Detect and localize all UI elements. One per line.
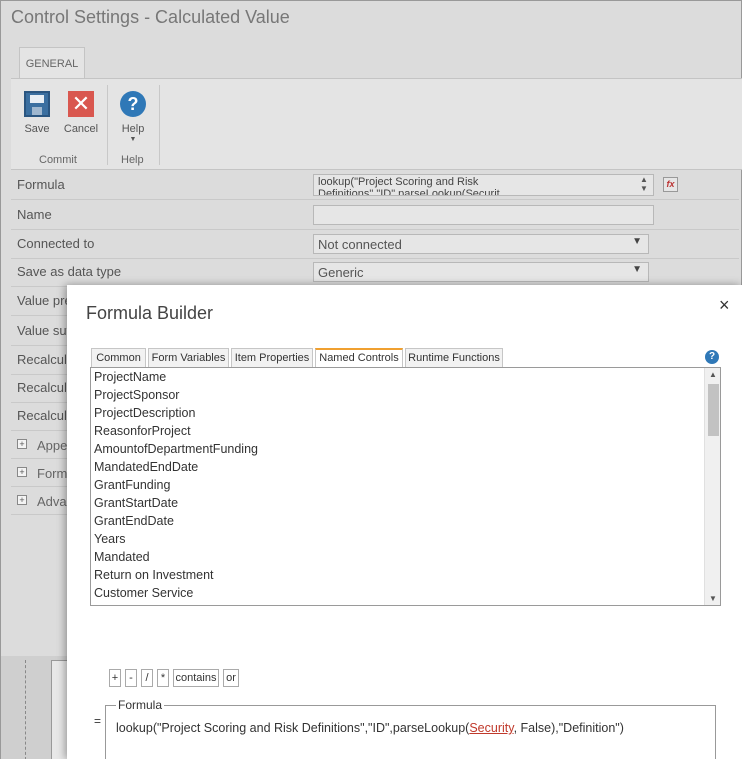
help-icon: ? [120, 91, 146, 117]
operator-multiply-button[interactable]: * [157, 669, 169, 687]
list-item[interactable]: Mandated [91, 548, 720, 566]
operator-minus-button[interactable]: - [125, 669, 137, 687]
name-label: Name [17, 207, 52, 222]
tab-form-variables[interactable]: Form Variables [148, 348, 229, 368]
list-item[interactable]: Years [91, 530, 720, 548]
cancel-button[interactable]: ✕ Cancel [63, 91, 99, 135]
section-formatting[interactable]: + Form [11, 459, 71, 487]
section-advanced-label: Adva [37, 494, 67, 509]
save-label: Save [24, 123, 50, 135]
tab-common[interactable]: Common [91, 348, 146, 368]
list-scrollbar[interactable]: ▲ ▼ [704, 368, 720, 605]
tab-named-controls[interactable]: Named Controls [315, 348, 403, 369]
spinner-icon[interactable]: ▲ ▼ [637, 175, 651, 195]
formula-reference-token[interactable]: Security [469, 721, 513, 735]
save-icon [24, 91, 50, 117]
list-item[interactable]: MandatedEndDate [91, 458, 720, 476]
formula-text-start: lookup("Project Scoring and Risk Definit… [116, 721, 470, 735]
connected-select[interactable]: Not connected ▼ [313, 234, 649, 254]
tab-runtime-functions[interactable]: Runtime Functions [405, 348, 503, 368]
list-item[interactable]: Customer Service [91, 584, 720, 602]
formula-text[interactable]: lookup("Project Scoring and Risk Definit… [116, 721, 624, 735]
equals-sign: = [94, 714, 102, 728]
formula-builder-dialog: Formula Builder × Common Form Variables … [67, 285, 742, 759]
datatype-label: Save as data type [17, 264, 122, 279]
section-advanced[interactable]: + Adva [11, 487, 71, 515]
group-label-help: Help [121, 154, 144, 166]
formula-row: Formula lookup("Project Scoring and Risk… [11, 171, 739, 200]
recalculate-label: Recalcula [17, 352, 75, 367]
help-icon[interactable]: ? [705, 350, 719, 364]
operator-divide-button[interactable]: / [141, 669, 153, 687]
list-item[interactable]: Return on Investment [91, 566, 720, 584]
formula-field-line1: lookup("Project Scoring and Risk [318, 176, 479, 188]
close-icon[interactable]: × [719, 295, 730, 316]
recalculate-label: Recalcula [17, 380, 75, 395]
group-label-commit: Commit [39, 154, 77, 166]
list-item[interactable]: ProjectName [91, 368, 720, 386]
formula-field[interactable]: lookup("Project Scoring and Risk Definit… [313, 174, 654, 196]
scroll-up-icon[interactable]: ▲ [705, 370, 720, 379]
ribbon-divider [159, 85, 160, 165]
operator-plus-button[interactable]: + [109, 669, 121, 687]
expand-icon: + [17, 439, 27, 449]
section-appearance[interactable]: + Appe [11, 431, 71, 459]
value-suffix-label: Value suf [17, 323, 71, 338]
canvas-guide [25, 660, 47, 759]
recalculate-label: Recalcula [17, 408, 75, 423]
list-item[interactable]: ProjectDescription [91, 404, 720, 422]
chevron-down-icon: ▼ [632, 264, 642, 275]
close-icon: ✕ [68, 91, 94, 117]
name-input[interactable] [313, 205, 654, 225]
help-button[interactable]: ? Help ▼ [119, 91, 147, 143]
tab-item-properties[interactable]: Item Properties [231, 348, 313, 368]
save-button[interactable]: Save [23, 91, 51, 135]
tab-general[interactable]: GENERAL [19, 47, 85, 79]
section-appearance-label: Appe [37, 438, 68, 453]
formula-label: Formula [17, 177, 65, 192]
list-item[interactable]: AmountofDepartmentFunding [91, 440, 720, 458]
formula-legend: Formula [116, 698, 165, 712]
formula-field-line2: Definitions","ID",parseLookup(Securit [318, 188, 500, 196]
named-controls-list: ProjectName ProjectSponsor ProjectDescri… [90, 367, 721, 606]
list-item[interactable]: GrantEndDate [91, 512, 720, 530]
list-item[interactable]: GrantStartDate [91, 494, 720, 512]
formula-builder-icon[interactable]: fx [663, 177, 678, 192]
chevron-down-icon: ▼ [129, 136, 137, 143]
datatype-row: Save as data type Generic ▼ [11, 258, 739, 287]
formula-text-end: , False),"Definition") [513, 721, 624, 735]
name-row: Name [11, 201, 739, 230]
scroll-down-icon[interactable]: ▼ [705, 594, 720, 603]
expand-icon: + [17, 467, 27, 477]
connected-value: Not connected [318, 237, 402, 252]
window-title: Control Settings - Calculated Value [11, 7, 290, 27]
help-label: Help [121, 123, 145, 135]
connected-row: Connected to Not connected ▼ [11, 230, 739, 259]
dialog-title: Formula Builder [86, 303, 214, 323]
value-prefix-label: Value pre [17, 293, 72, 308]
list-item[interactable]: GrantFunding [91, 476, 720, 494]
datatype-value: Generic [318, 265, 364, 280]
operator-or-button[interactable]: or [223, 669, 239, 687]
operator-contains-button[interactable]: contains [173, 669, 219, 687]
chevron-down-icon: ▼ [632, 236, 642, 247]
scrollbar-thumb[interactable] [708, 384, 719, 436]
list-item[interactable]: ProjectSponsor [91, 386, 720, 404]
formula-editor[interactable]: Formula lookup("Project Scoring and Risk… [105, 698, 716, 759]
expand-icon: + [17, 495, 27, 505]
list-item[interactable]: ReasonforProject [91, 422, 720, 440]
connected-label: Connected to [17, 236, 95, 251]
cancel-label: Cancel [63, 123, 99, 135]
datatype-select[interactable]: Generic ▼ [313, 262, 649, 282]
ribbon-divider [107, 85, 108, 165]
section-formatting-label: Form [37, 466, 68, 481]
